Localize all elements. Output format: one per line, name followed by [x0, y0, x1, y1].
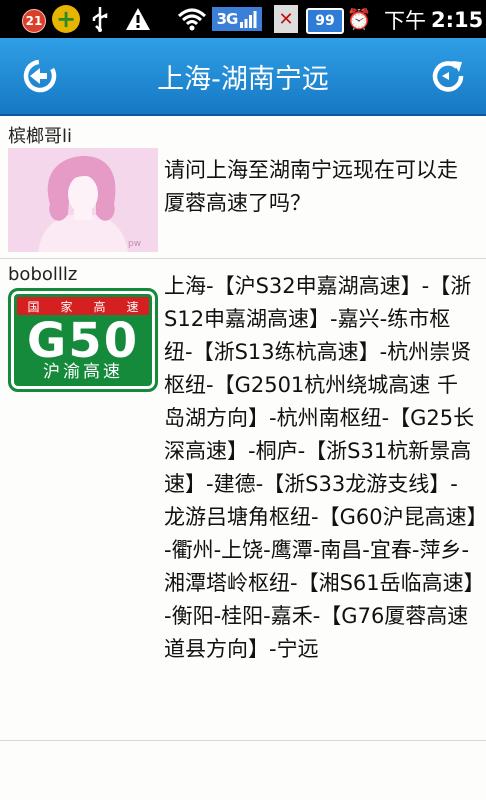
post-text: 请问上海至湖南宁远现在可以走厦蓉高速了吗？ — [164, 158, 458, 215]
time-prefix: 下午 — [384, 9, 426, 33]
default-female-avatar: pw — [8, 148, 158, 252]
alarm-icon: ⏰ — [346, 7, 372, 31]
refresh-icon[interactable] — [430, 58, 466, 94]
post-text: 上海-【沪S32申嘉湖高速】-【浙S12申嘉湖高速】-嘉兴-练市枢纽-【浙S13… — [164, 274, 478, 661]
list-item[interactable]: 槟榔哥li pw 请问上海至湖南宁远现在可以走厦蓉高速了吗？ — [0, 116, 486, 259]
page-title: 上海-湖南宁远 — [157, 63, 329, 95]
sign-top-char: 家 — [60, 299, 73, 314]
usb-icon — [88, 5, 112, 33]
sign-top-char: 速 — [126, 299, 139, 314]
clock: 下午 2:15 — [384, 6, 484, 34]
network-type: 3G — [216, 10, 239, 28]
title-bar: 上海-湖南宁远 — [0, 38, 486, 116]
time: 2:15 — [431, 8, 484, 32]
battery-level: 99 — [315, 13, 335, 29]
highway-sign: 国 家 高 速 G50 沪渝高速 — [8, 288, 158, 392]
battery-icon: 99 — [306, 8, 344, 34]
3g-signal-icon: 3G — [212, 7, 262, 31]
wifi-icon — [176, 5, 208, 33]
warning-icon — [124, 5, 152, 33]
plus-icon[interactable]: + — [52, 5, 80, 33]
no-sim-icon: ✕ — [274, 5, 298, 33]
notification-badge-icon[interactable]: 21 — [22, 9, 46, 33]
notification-count: 21 — [25, 14, 43, 28]
sign-top-char: 国 — [27, 299, 40, 314]
sign-name: 沪渝高速 — [43, 362, 123, 382]
g50-highway-sign: 国 家 高 速 G50 沪渝高速 — [8, 288, 158, 392]
username: bobolllz — [8, 264, 78, 285]
list-item[interactable]: bobolllz 国 家 高 速 G50 沪渝高速 上海-【沪S32申嘉湖高速】… — [0, 258, 486, 741]
svg-text:pw: pw — [128, 239, 141, 249]
back-icon[interactable] — [22, 58, 58, 94]
username: 槟榔哥li — [8, 126, 73, 147]
sign-top-char: 高 — [93, 299, 106, 314]
status-bar: 21 + 3G ✕ 99 ⏰ 下午 2:15 — [0, 0, 486, 38]
